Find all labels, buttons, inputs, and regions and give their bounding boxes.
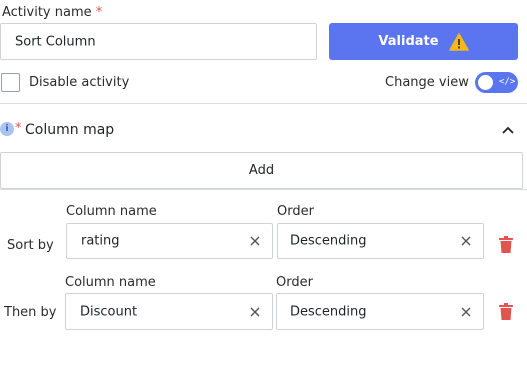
change-view-label: Change view <box>385 75 469 90</box>
clear-icon[interactable] <box>460 306 472 318</box>
warning-icon <box>448 32 469 51</box>
required-mark: * <box>95 5 103 20</box>
column-name-header: Column name <box>66 204 157 219</box>
sort-by-label: Sort by <box>7 238 54 253</box>
info-icon: i <box>0 122 14 136</box>
activity-name-value: Sort Column <box>15 34 96 49</box>
column-name-input[interactable]: rating <box>66 223 273 259</box>
column-name-value: rating <box>81 233 120 249</box>
clear-icon[interactable] <box>249 306 261 318</box>
then-by-label: Then by <box>4 305 57 320</box>
column-name-header: Column name <box>65 275 156 290</box>
clear-icon[interactable] <box>249 235 261 247</box>
add-divider <box>0 189 527 190</box>
order-input[interactable]: Descending <box>277 223 484 259</box>
toggle-knob <box>478 75 493 90</box>
disable-activity-label: Disable activity <box>29 75 130 90</box>
order-header: Order <box>277 204 314 219</box>
change-view-toggle[interactable]: </> <box>475 72 518 93</box>
validate-label: Validate <box>378 34 439 49</box>
order-header: Order <box>276 275 313 290</box>
chevron-up-icon[interactable] <box>501 125 515 135</box>
section-divider <box>0 103 527 104</box>
add-button[interactable]: Add <box>0 152 523 189</box>
column-name-value: Discount <box>80 304 138 319</box>
order-input[interactable]: Descending <box>276 293 484 330</box>
column-map-title: Column map <box>25 122 115 138</box>
disable-activity-checkbox[interactable] <box>1 73 20 92</box>
code-icon: </> <box>499 77 516 87</box>
activity-name-label: Activity name * <box>2 5 102 21</box>
trash-icon[interactable] <box>498 303 514 321</box>
activity-name-label-text: Activity name <box>2 5 92 20</box>
validate-button[interactable]: Validate <box>329 23 518 60</box>
info-glyph: i <box>5 123 9 134</box>
column-name-input[interactable]: Discount <box>65 293 273 330</box>
trash-icon[interactable] <box>498 236 514 254</box>
order-value: Descending <box>290 304 367 319</box>
clear-icon[interactable] <box>460 235 472 247</box>
activity-name-input[interactable]: Sort Column <box>0 23 317 60</box>
column-map-required-mark: * <box>15 121 22 136</box>
order-value: Descending <box>290 233 367 249</box>
add-label: Add <box>248 163 275 178</box>
